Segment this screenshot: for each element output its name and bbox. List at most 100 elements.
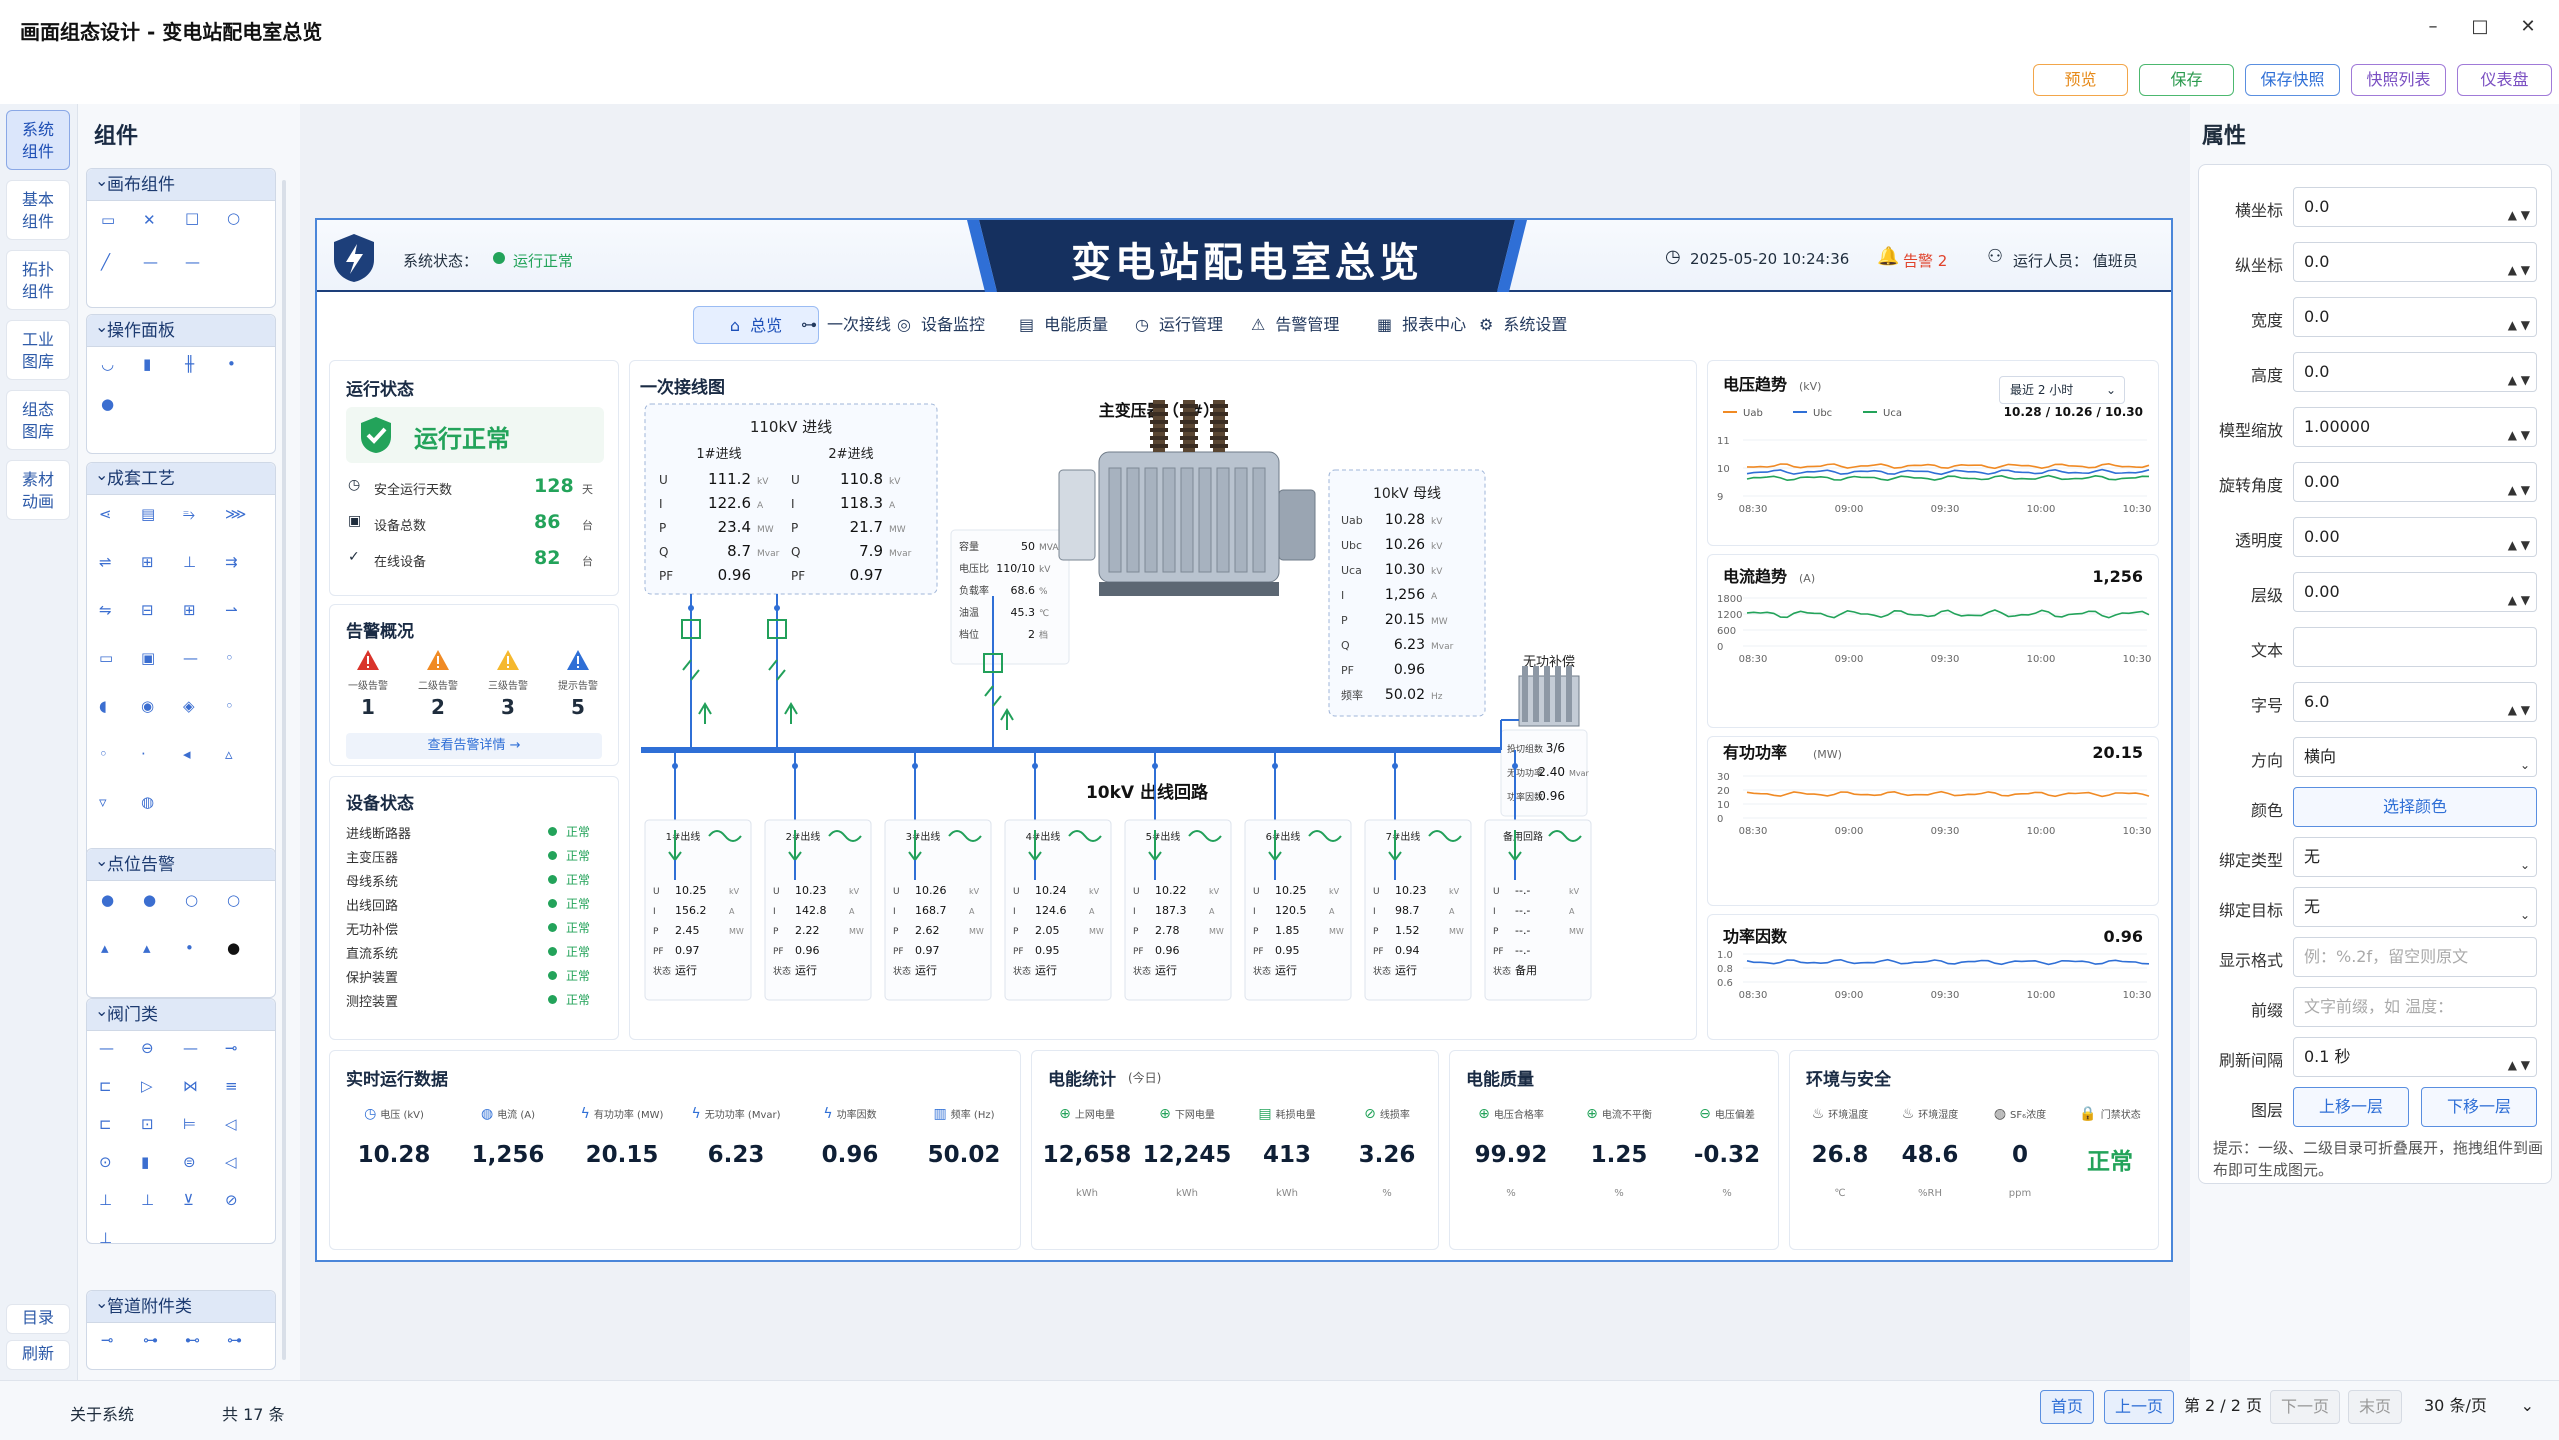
dashboard-canvas[interactable]: 系统状态： 运行正常 变电站配电室总览 ◷ 2025-05-20 10:24:3… [315,218,2173,1262]
nav-system-components[interactable]: 系统 组件 [6,110,70,170]
nav-config-library[interactable]: 组态 图库 [6,390,70,450]
cross-icon[interactable]: ✕ [143,211,156,229]
bind-type-select[interactable]: 无 ⌄ [2293,837,2537,877]
spin-arrows-icon[interactable]: ▲ ▼ [2508,306,2530,344]
spin-arrows-icon[interactable]: ▲ ▼ [2508,251,2530,289]
pipe-icon[interactable]: ⊶ [143,1331,158,1349]
group-pipe-fittings[interactable]: 管道附件类 ⊸ ⊶ ⊷ ⊶ [86,1290,276,1370]
valve-component-icon[interactable]: ◁ [225,1153,237,1171]
process-component-icon[interactable]: · [141,745,146,763]
process-component-icon[interactable]: ⇌ [99,553,112,571]
hline-icon[interactable]: — [143,253,158,271]
prev-page-button[interactable]: 上一页 [2104,1390,2174,1424]
valve-component-icon[interactable]: ≡ [225,1077,238,1095]
layer-down-button[interactable]: 下移一层 [2421,1087,2537,1127]
layer-up-button[interactable]: 上移一层 [2293,1087,2409,1127]
group-point-alarm[interactable]: 点位告警 ● ● ○ ○ ▴ ▴ • ● [86,848,276,998]
group-header[interactable]: 操作面板 [87,315,275,347]
process-component-icon[interactable]: ▭ [99,649,113,667]
nav-basic-components[interactable]: 基本 组件 [6,180,70,240]
process-component-icon[interactable]: ◦ [99,745,108,763]
range-select[interactable]: 最近 2 小时 ⌄ [1999,376,2125,404]
next-page-button[interactable]: 下一页 [2270,1390,2340,1424]
spin-arrows-icon[interactable]: ▲ ▼ [2508,691,2530,729]
tab-1[interactable]: ⊶ 一次接线 [801,306,891,344]
spin-arrows-icon[interactable]: ▲ ▼ [2508,526,2530,564]
ring-icon[interactable]: ○ [227,891,240,909]
prop-input[interactable]: 0.0 ▲ ▼ [2293,297,2537,337]
valve-component-icon[interactable]: ⊜ [183,1153,196,1171]
group-valves[interactable]: 阀门类 — ⊖ — ⊸ ⊏ ▷ ⋈ ≡ ⊏ ⊡ ⊨ ◁ ⊙ ▮ ⊜ ◁ ⊥ ⊥ ⊻ ⊘ ⊥ [86,998,276,1247]
valve-component-icon[interactable]: ⊨ [183,1115,196,1133]
dot-icon[interactable]: ● [143,891,156,909]
line-icon[interactable]: ╱ [101,253,110,271]
ring-icon[interactable]: ○ [185,891,198,909]
breaker-icon[interactable]: ╫ [185,355,194,373]
prop-input[interactable]: 0.00 ▲ ▼ [2293,462,2537,502]
spin-arrows-icon[interactable]: ▲ ▼ [2508,581,2530,619]
process-component-icon[interactable]: ⇉ [225,553,238,571]
tab-3[interactable]: ▤ 电能质量 [1019,306,1108,344]
process-component-icon[interactable]: ◖ [99,697,107,715]
pipe-icon[interactable]: ⊸ [101,1331,114,1349]
tab-6[interactable]: ▦ 报表中心 [1377,306,1466,344]
prefix-input[interactable]: 文字前缀，如 温度： [2293,987,2537,1027]
spin-arrows-icon[interactable]: ▲ ▼ [2508,416,2530,454]
process-component-icon[interactable]: ◍ [141,793,154,811]
dir-button[interactable]: 目录 [6,1304,70,1334]
group-header[interactable]: 画布组件 [87,169,275,201]
about-link[interactable]: 关于系统 [70,1401,134,1425]
valve-component-icon[interactable]: ⊖ [141,1039,154,1057]
first-page-button[interactable]: 首页 [2040,1390,2094,1424]
dot-icon[interactable]: • [185,939,194,957]
close-button[interactable]: ✕ [2510,12,2546,42]
prop-input[interactable]: 0.00 ▲ ▼ [2293,517,2537,557]
process-component-icon[interactable]: ▣ [141,649,155,667]
process-component-icon[interactable]: ◦ [225,697,234,715]
pin-icon[interactable]: ▴ [101,939,109,957]
tab-4[interactable]: ◷ 运行管理 [1135,306,1223,344]
save-snapshot-button[interactable]: 保存快照 [2245,64,2340,96]
bind-target-select[interactable]: 无 ⌄ [2293,887,2537,927]
tab-2[interactable]: ◎ 设备监控 [897,306,985,344]
spin-arrows-icon[interactable]: ▲ ▼ [2508,196,2530,234]
nav-material-animation[interactable]: 素材 动画 [6,460,70,520]
direction-select[interactable]: 横向 ⌄ [2293,737,2537,777]
dot-icon[interactable]: ● [101,891,114,909]
valve-component-icon[interactable]: ▷ [141,1077,153,1095]
nav-topology-components[interactable]: 拓扑 组件 [6,250,70,310]
valve-component-icon[interactable]: ⊥ [99,1191,112,1209]
color-button[interactable]: 选择颜色 [2293,787,2537,827]
group-header[interactable]: 管道附件类 [87,1291,275,1323]
valve-component-icon[interactable]: ⊥ [99,1229,112,1247]
valve-component-icon[interactable]: ◁ [225,1115,237,1133]
process-component-icon[interactable]: ◈ [183,697,195,715]
alarm-count[interactable]: 告警 2 [1903,250,1947,271]
process-component-icon[interactable]: ⥱ [183,505,195,523]
spin-arrows-icon[interactable]: ▲ ▼ [2508,1046,2530,1084]
valve-component-icon[interactable]: ⊡ [141,1115,154,1133]
view-alarm-link[interactable]: 查看告警详情 → [346,733,602,759]
format-input[interactable]: 例：%.2f，留空则原文 [2293,937,2537,977]
hline-icon[interactable]: — [185,253,200,271]
bell-icon[interactable]: 🔔 [1877,246,1899,267]
rect-icon[interactable]: □ [185,209,199,227]
pin-icon[interactable]: ● [101,395,114,413]
maximize-button[interactable]: □ [2462,12,2498,42]
button-icon[interactable]: ▭ [101,211,115,229]
dot-icon[interactable]: • [227,355,236,373]
group-header[interactable]: 点位告警 [87,849,275,881]
process-component-icon[interactable]: ⋙ [225,505,246,523]
process-component-icon[interactable]: ▿ [99,793,107,811]
valve-component-icon[interactable]: ▮ [141,1153,149,1171]
process-component-icon[interactable]: ◂ [183,745,191,763]
knob-icon[interactable]: ◡ [101,355,114,373]
prop-input[interactable]: 0.0 ▲ ▼ [2293,352,2537,392]
process-component-icon[interactable]: ◉ [141,697,154,715]
process-component-icon[interactable]: ⊟ [141,601,154,619]
process-component-icon[interactable]: ⊥ [183,553,196,571]
group-operation-panel[interactable]: 操作面板 ◡ ▮ ╫ • ● [86,314,276,454]
page-size-select[interactable]: 30 条/页 ⌄ [2412,1390,2542,1424]
process-component-icon[interactable]: ⇀ [225,601,238,619]
valve-component-icon[interactable]: ⊏ [99,1077,112,1095]
